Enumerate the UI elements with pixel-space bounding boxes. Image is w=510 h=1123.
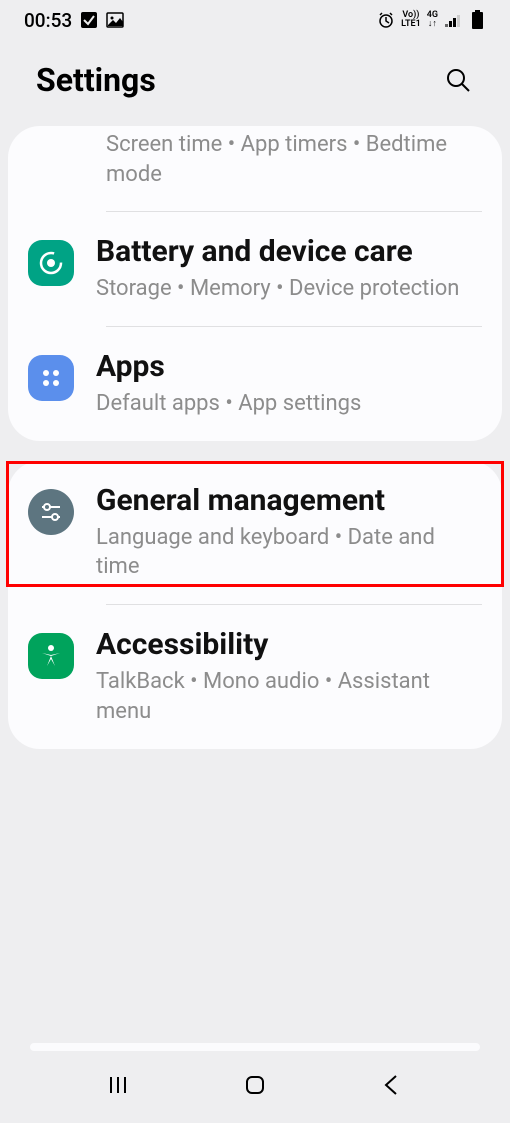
battery-icon bbox=[468, 11, 486, 29]
home-button[interactable] bbox=[242, 1072, 268, 1102]
general-title: General management bbox=[96, 483, 482, 519]
image-icon bbox=[106, 11, 124, 29]
digital-wellbeing-row[interactable]: Screen time • App timers • Bedtime mode bbox=[8, 126, 502, 211]
navigation-bar bbox=[0, 1063, 510, 1111]
general-management-row[interactable]: General management Language and keyboard… bbox=[8, 461, 502, 604]
apps-row[interactable]: Apps Default apps • App settings bbox=[8, 327, 502, 441]
apps-sub: Default apps • App settings bbox=[96, 389, 482, 419]
battery-sub: Storage • Memory • Device protection bbox=[96, 274, 482, 304]
volte-icon: Vo)) LTE1 bbox=[401, 11, 421, 29]
status-bar: 00:53 Vo)) LTE1 4G ↓↑ bbox=[0, 0, 510, 40]
accessibility-title: Accessibility bbox=[96, 627, 482, 663]
general-management-icon bbox=[28, 489, 74, 535]
settings-card-2: General management Language and keyboard… bbox=[8, 461, 502, 749]
general-sub: Language and keyboard • Date and time bbox=[96, 523, 482, 582]
search-icon bbox=[444, 66, 472, 94]
search-button[interactable] bbox=[438, 60, 478, 100]
battery-device-care-row[interactable]: Battery and device care Storage • Memory… bbox=[8, 212, 502, 326]
network-type: 4G ↓↑ bbox=[427, 11, 438, 29]
apps-icon bbox=[28, 355, 74, 401]
digital-wellbeing-sub: Screen time • App timers • Bedtime mode bbox=[106, 130, 482, 189]
back-button[interactable] bbox=[379, 1072, 405, 1102]
arrows-icon: ↓↑ bbox=[428, 20, 437, 29]
accessibility-row[interactable]: Accessibility TalkBack • Mono audio • As… bbox=[8, 605, 502, 748]
recent-apps-button[interactable] bbox=[105, 1072, 131, 1102]
accessibility-icon bbox=[28, 633, 74, 679]
checkbox-icon bbox=[80, 11, 98, 29]
status-right: Vo)) LTE1 4G ↓↑ bbox=[377, 11, 486, 29]
accessibility-sub: TalkBack • Mono audio • Assistant menu bbox=[96, 667, 482, 726]
status-time: 00:53 bbox=[24, 9, 72, 32]
battery-title: Battery and device care bbox=[96, 234, 482, 270]
status-left: 00:53 bbox=[24, 9, 124, 32]
signal-icon bbox=[444, 11, 462, 29]
settings-card-1: Screen time • App timers • Bedtime mode … bbox=[8, 126, 502, 441]
apps-title: Apps bbox=[96, 349, 482, 385]
device-care-icon bbox=[28, 240, 74, 286]
settings-header: Settings bbox=[0, 40, 510, 120]
page-title: Settings bbox=[36, 61, 156, 99]
scroll-indicator bbox=[30, 1043, 480, 1051]
alarm-icon bbox=[377, 11, 395, 29]
